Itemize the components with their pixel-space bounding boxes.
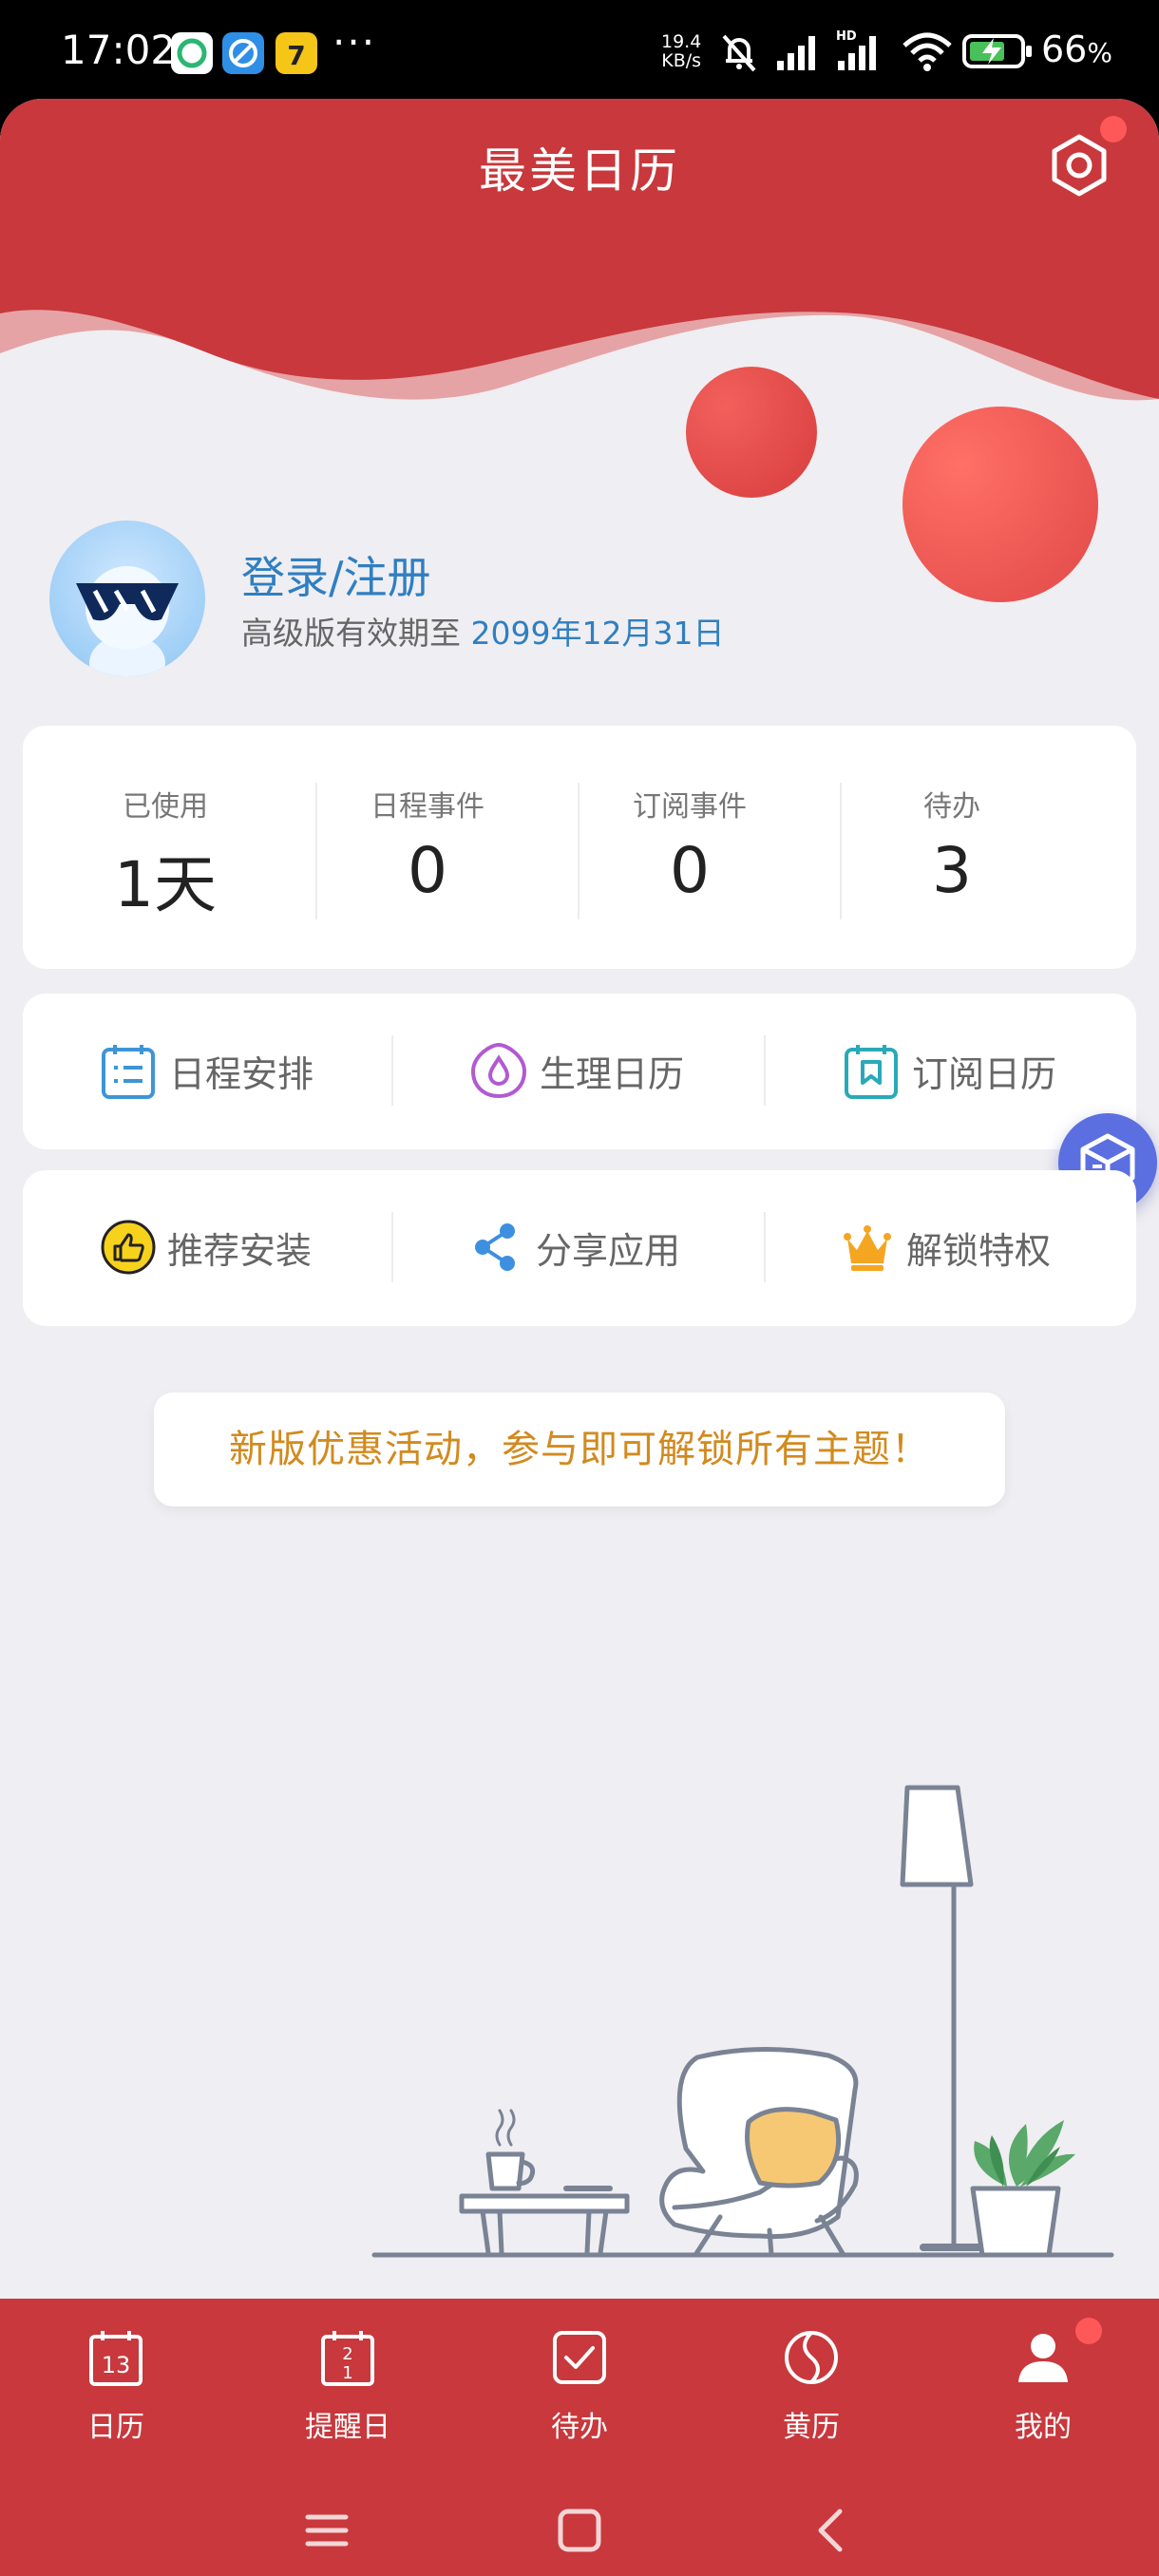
browser-app-icon <box>222 32 264 74</box>
app-screen: 最美日历 登录/注册 高级版有效期至 2099年12月31日 已使用 1天 日程… <box>0 99 1159 2576</box>
menu-label: 生理日历 <box>540 1053 685 1095</box>
menu-schedule[interactable]: 日程安排 <box>23 994 393 1149</box>
divider <box>391 1035 393 1106</box>
battery-charging-icon <box>962 34 1032 68</box>
menu-label: 日程安排 <box>169 1053 314 1095</box>
system-navigation-bar <box>0 2483 1159 2576</box>
nav-label: 日历 <box>87 2411 144 2444</box>
nav-todo[interactable]: 待办 <box>464 2299 695 2470</box>
user-icon <box>1018 2334 1068 2382</box>
stat-label: 日程事件 <box>370 790 484 824</box>
network-speed-value: 19.4 <box>661 31 702 52</box>
wechat-like-app-icon <box>171 32 213 74</box>
home-icon[interactable] <box>551 2502 608 2559</box>
menu-label: 分享应用 <box>536 1230 681 1272</box>
hd-signal-icon: HD <box>836 29 876 70</box>
battery-percent: 66% <box>1041 28 1112 70</box>
stat-value: 1天 <box>114 848 217 921</box>
back-icon[interactable] <box>804 2502 861 2559</box>
subscribe-calendar-icon <box>845 1045 898 1099</box>
more-notifications: ··· <box>332 19 377 66</box>
menu-share-app[interactable]: 分享应用 <box>395 1170 766 1326</box>
network-speed-unit: KB/s <box>661 50 702 71</box>
svg-text:HD: HD <box>836 29 857 44</box>
nav-label: 我的 <box>1015 2411 1072 2444</box>
nav-me[interactable]: 我的 <box>927 2299 1159 2470</box>
stat-value: 3 <box>932 834 972 907</box>
stat-label: 已使用 <box>123 790 208 824</box>
crown-icon <box>844 1225 891 1271</box>
menu-period-calendar[interactable]: 生理日历 <box>395 994 766 1149</box>
share-icon <box>475 1223 515 1271</box>
stat-schedule-events[interactable]: 日程事件 0 <box>296 726 559 969</box>
avatar-icon <box>76 566 179 676</box>
nav-calendar[interactable]: 13 日历 <box>0 2299 232 2470</box>
me-notification-dot <box>1075 2318 1102 2344</box>
menu-recommend-install[interactable]: 推荐安装 <box>23 1170 393 1326</box>
login-register-link[interactable]: 登录/注册 <box>241 543 431 606</box>
signal-icon <box>777 36 815 70</box>
feature-menu-card: 日程安排 生理日历 订阅日历 <box>23 994 1136 1149</box>
drop-icon <box>470 1042 527 1099</box>
divider <box>391 1212 393 1282</box>
mute-icon <box>722 34 756 72</box>
todo-check-icon <box>553 2331 606 2384</box>
vip-expiry-label: 高级版有效期至 <box>241 615 461 652</box>
promo-banner[interactable]: 新版优惠活动，参与即可解锁所有主题！ <box>154 1392 1005 1506</box>
menu-unlock-privilege[interactable]: 解锁特权 <box>766 1170 1136 1326</box>
avatar[interactable] <box>49 521 205 676</box>
calendar-icon-date: 13 <box>102 2352 131 2378</box>
settings-gear-icon <box>1052 134 1107 197</box>
status-bar: 17:02 7 ··· 19.4 KB/s HD 66% <box>0 0 1159 99</box>
reading-app-icon: 7 <box>276 32 317 74</box>
stat-value: 0 <box>670 834 710 907</box>
decor-ball-small <box>686 367 817 498</box>
schedule-icon <box>102 1045 155 1099</box>
stat-todos[interactable]: 待办 3 <box>821 726 1083 969</box>
nav-label: 黄历 <box>783 2411 840 2444</box>
stats-card: 已使用 1天 日程事件 0 订阅事件 0 待办 3 <box>23 726 1136 969</box>
settings-button[interactable] <box>1045 131 1113 199</box>
room-illustration <box>371 1785 1114 2258</box>
stat-value: 0 <box>408 834 447 907</box>
battery-unit: % <box>1087 37 1112 68</box>
nav-label: 待办 <box>551 2411 608 2444</box>
wifi-icon <box>902 32 952 71</box>
calendar-icon: 13 <box>89 2331 142 2386</box>
settings-notification-dot <box>1100 116 1127 142</box>
reminder-icon-bottom-digit: 1 <box>342 2363 352 2383</box>
stat-subscribed-events[interactable]: 订阅事件 0 <box>559 726 821 969</box>
status-time: 17:02 <box>61 27 177 73</box>
menu-label: 推荐安装 <box>167 1230 313 1272</box>
menu-label: 解锁特权 <box>906 1230 1052 1272</box>
thumbs-up-icon <box>101 1220 156 1275</box>
menu-icon[interactable] <box>298 2502 355 2559</box>
stat-days-used[interactable]: 已使用 1天 <box>34 726 296 969</box>
reminder-icon-top-digit: 2 <box>342 2344 352 2364</box>
network-speed: 19.4 KB/s <box>661 32 701 70</box>
decor-ball-large <box>902 407 1098 602</box>
nav-almanac[interactable]: 黄历 <box>695 2299 927 2470</box>
vip-expiry-date: 2099年12月31日 <box>470 615 725 652</box>
stat-label: 待办 <box>923 790 980 824</box>
stat-label: 订阅事件 <box>633 790 747 824</box>
menu-label: 订阅日历 <box>912 1053 1057 1095</box>
reminder-icon: 2 1 <box>321 2331 374 2386</box>
app-title: 最美日历 <box>479 143 680 199</box>
vip-expiry: 高级版有效期至 2099年12月31日 <box>241 608 724 653</box>
action-menu-card: 推荐安装 分享应用 解锁特权 <box>23 1170 1136 1326</box>
almanac-icon <box>785 2331 838 2384</box>
battery-value: 66 <box>1041 28 1088 70</box>
nav-reminder[interactable]: 2 1 提醒日 <box>232 2299 464 2470</box>
nav-label: 提醒日 <box>305 2411 390 2444</box>
svg-text:7: 7 <box>287 40 305 71</box>
